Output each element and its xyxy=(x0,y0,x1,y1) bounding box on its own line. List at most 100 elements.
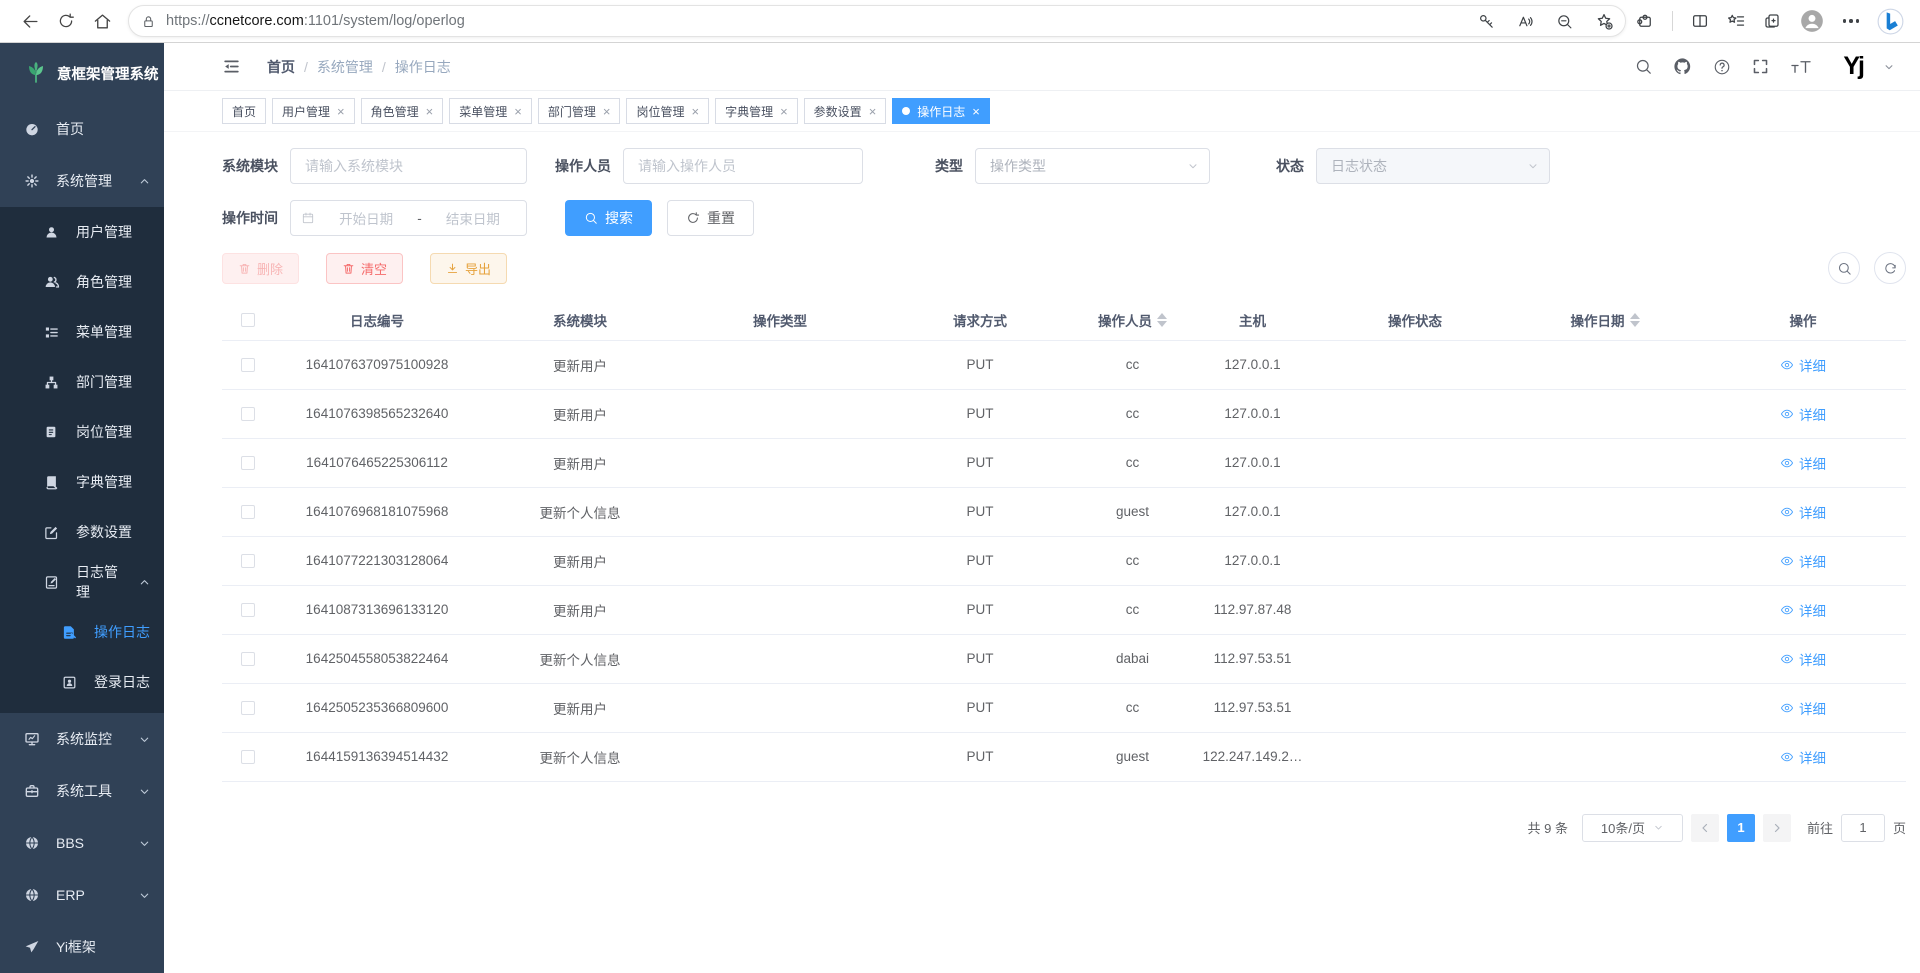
breadcrumb-system-management[interactable]: 系统管理 xyxy=(317,57,373,77)
clear-button[interactable]: 清空 xyxy=(326,253,403,284)
sidebar-item-home[interactable]: 首页 xyxy=(0,103,164,155)
detail-link[interactable]: 详细 xyxy=(1780,404,1826,424)
reset-button[interactable]: 重置 xyxy=(667,200,754,236)
table-refresh-button[interactable] xyxy=(1874,252,1906,284)
read-aloud-icon[interactable] xyxy=(1517,13,1534,30)
detail-link[interactable]: 详细 xyxy=(1780,698,1826,718)
detail-link[interactable]: 详细 xyxy=(1780,551,1826,571)
tab-dept-management[interactable]: 部门管理× xyxy=(538,98,621,124)
col-operation-date[interactable]: 操作日期 xyxy=(1510,300,1700,340)
sidebar-item-system-management[interactable]: 系统管理 xyxy=(0,155,164,207)
home-button[interactable] xyxy=(84,4,120,38)
sidebar-item-system-tools[interactable]: 系统工具 xyxy=(0,765,164,817)
page-size-select[interactable]: 10条/页 xyxy=(1582,814,1683,842)
module-input[interactable] xyxy=(290,148,527,184)
detail-link[interactable]: 详细 xyxy=(1780,502,1826,522)
row-checkbox[interactable] xyxy=(241,554,255,568)
extensions-icon[interactable] xyxy=(1636,12,1654,30)
header-search-icon[interactable] xyxy=(1635,58,1652,75)
row-checkbox[interactable] xyxy=(241,358,255,372)
chevron-down-icon[interactable] xyxy=(1884,62,1894,72)
goto-page-input[interactable] xyxy=(1841,814,1885,842)
add-favorite-icon[interactable] xyxy=(1595,12,1613,30)
profile-avatar[interactable] xyxy=(1799,8,1825,34)
detail-link[interactable]: 详细 xyxy=(1780,453,1826,473)
sidebar-item-operation-log[interactable]: 操作日志 xyxy=(0,607,164,657)
breadcrumb-home[interactable]: 首页 xyxy=(267,57,295,77)
url-text[interactable]: https://ccnetcore.com:1101/system/log/op… xyxy=(166,13,1466,29)
close-icon[interactable]: × xyxy=(514,104,522,119)
favorites-bar-icon[interactable] xyxy=(1727,12,1745,30)
close-icon[interactable]: × xyxy=(337,104,345,119)
search-button[interactable]: 搜索 xyxy=(565,200,652,236)
header-user-logo[interactable]: Yj xyxy=(1843,54,1863,79)
sidebar-item-menu-management[interactable]: 菜单管理 xyxy=(0,307,164,357)
detail-link[interactable]: 详细 xyxy=(1780,649,1826,669)
detail-link[interactable]: 详细 xyxy=(1780,600,1826,620)
close-icon[interactable]: × xyxy=(691,104,699,119)
fullscreen-icon[interactable] xyxy=(1752,58,1769,75)
sidebar-item-erp[interactable]: ERP xyxy=(0,869,164,921)
end-date-placeholder[interactable]: 结束日期 xyxy=(430,208,516,228)
sidebar-toggle-icon[interactable] xyxy=(222,57,241,76)
tab-role-management[interactable]: 角色管理× xyxy=(361,98,444,124)
zoom-out-icon[interactable] xyxy=(1556,13,1573,30)
address-bar[interactable]: https://ccnetcore.com:1101/system/log/op… xyxy=(128,5,1626,37)
tab-dict-management[interactable]: 字典管理× xyxy=(715,98,798,124)
sidebar-item-bbs[interactable]: BBS xyxy=(0,817,164,869)
sidebar-item-system-monitor[interactable]: 系统监控 xyxy=(0,713,164,765)
detail-link[interactable]: 详细 xyxy=(1780,747,1826,767)
sidebar-item-login-log[interactable]: 登录日志 xyxy=(0,657,164,707)
start-date-placeholder[interactable]: 开始日期 xyxy=(323,208,409,228)
sidebar-item-role-management[interactable]: 角色管理 xyxy=(0,257,164,307)
status-select[interactable]: 日志状态 xyxy=(1316,148,1550,184)
close-icon[interactable]: × xyxy=(426,104,434,119)
current-page-button[interactable]: 1 xyxy=(1727,814,1755,842)
more-menu-icon[interactable] xyxy=(1843,19,1860,23)
help-icon[interactable] xyxy=(1713,58,1731,76)
password-key-icon[interactable] xyxy=(1478,13,1495,30)
select-all-checkbox[interactable] xyxy=(241,313,255,327)
export-button[interactable]: 导出 xyxy=(430,253,507,284)
row-checkbox[interactable] xyxy=(241,456,255,470)
tab-home[interactable]: 首页 xyxy=(222,98,266,124)
close-icon[interactable]: × xyxy=(972,104,980,119)
prev-page-button[interactable] xyxy=(1691,814,1719,842)
tab-post-management[interactable]: 岗位管理× xyxy=(626,98,709,124)
sidebar-item-param-settings[interactable]: 参数设置 xyxy=(0,507,164,557)
sidebar-item-post-management[interactable]: 岗位管理 xyxy=(0,407,164,457)
app-logo[interactable]: 意框架管理系统 xyxy=(0,43,164,103)
tab-menu-management[interactable]: 菜单管理× xyxy=(449,98,532,124)
tab-param-settings[interactable]: 参数设置× xyxy=(804,98,887,124)
row-checkbox[interactable] xyxy=(241,750,255,764)
row-checkbox[interactable] xyxy=(241,603,255,617)
sidebar-item-dict-management[interactable]: 字典管理 xyxy=(0,457,164,507)
bing-chat-icon[interactable] xyxy=(1877,8,1904,35)
sidebar-item-dept-management[interactable]: 部门管理 xyxy=(0,357,164,407)
type-select[interactable]: 操作类型 xyxy=(975,148,1210,184)
back-button[interactable] xyxy=(12,4,48,38)
refresh-button[interactable] xyxy=(48,4,84,38)
col-operator[interactable]: 操作人员 xyxy=(1080,300,1185,340)
sidebar-item-yi-framework[interactable]: Yi框架 xyxy=(0,921,164,973)
row-checkbox[interactable] xyxy=(241,505,255,519)
sidebar-item-log-management[interactable]: 日志管理 xyxy=(0,557,164,607)
date-range-picker[interactable]: 开始日期 - 结束日期 xyxy=(290,200,527,236)
sort-icon[interactable] xyxy=(1630,313,1640,327)
split-screen-icon[interactable] xyxy=(1691,12,1709,30)
tab-operation-log[interactable]: 操作日志× xyxy=(892,98,990,124)
collections-icon[interactable] xyxy=(1763,12,1781,30)
next-page-button[interactable] xyxy=(1763,814,1791,842)
operator-input[interactable] xyxy=(623,148,863,184)
close-icon[interactable]: × xyxy=(780,104,788,119)
row-checkbox[interactable] xyxy=(241,407,255,421)
sort-icon[interactable] xyxy=(1157,313,1167,327)
close-icon[interactable]: × xyxy=(603,104,611,119)
row-checkbox[interactable] xyxy=(241,701,255,715)
site-security-icon[interactable] xyxy=(141,14,156,29)
row-checkbox[interactable] xyxy=(241,652,255,666)
tab-user-management[interactable]: 用户管理× xyxy=(272,98,355,124)
github-icon[interactable] xyxy=(1673,57,1692,76)
font-size-icon[interactable] xyxy=(1790,58,1812,76)
table-search-toggle-button[interactable] xyxy=(1828,252,1860,284)
